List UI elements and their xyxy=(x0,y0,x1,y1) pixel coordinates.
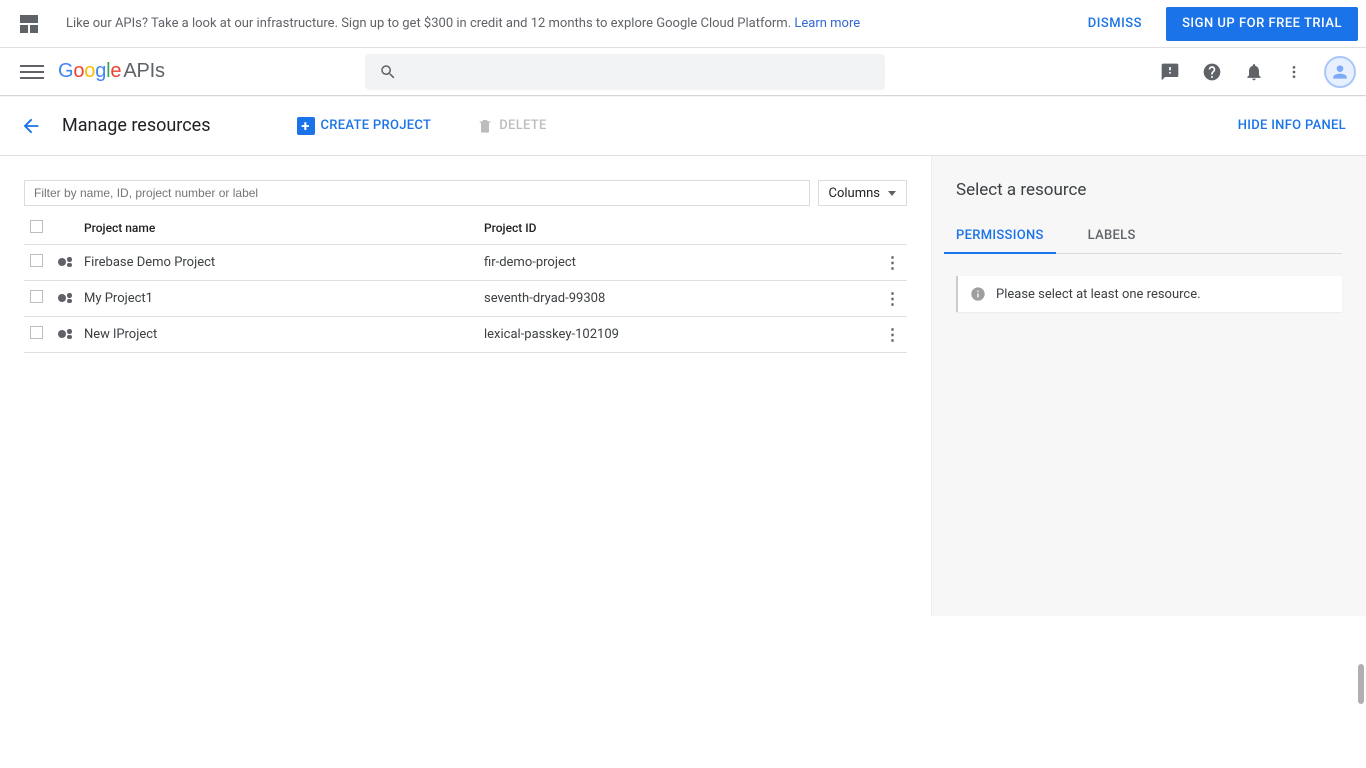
search-icon xyxy=(379,63,397,81)
project-id-cell: seventh-dryad-99308 xyxy=(478,281,877,317)
filter-input[interactable] xyxy=(24,180,810,206)
promo-banner: Like our APIs? Take a look at our infras… xyxy=(0,0,1366,48)
person-icon xyxy=(1330,62,1350,82)
info-message: Please select at least one resource. xyxy=(956,276,1342,312)
account-avatar[interactable] xyxy=(1324,56,1356,88)
row-checkbox[interactable] xyxy=(30,326,43,339)
project-id-cell: lexical-passkey-102109 xyxy=(478,317,877,353)
column-header-project-name[interactable]: Project name xyxy=(78,212,478,245)
projects-table: Project name Project ID Firebase Demo Pr… xyxy=(24,212,907,353)
promo-learn-more-link[interactable]: Learn more xyxy=(794,16,860,31)
alert-bubble-icon[interactable] xyxy=(1160,62,1180,82)
table-row: My Project1 seventh-dryad-99308 ⋮ xyxy=(24,281,907,317)
project-id-cell: fir-demo-project xyxy=(478,245,877,281)
column-header-project-id[interactable]: Project ID xyxy=(478,212,877,245)
columns-label: Columns xyxy=(829,186,881,201)
tab-labels[interactable]: LABELS xyxy=(1088,228,1136,253)
row-more-icon[interactable]: ⋮ xyxy=(885,289,900,308)
search-box[interactable] xyxy=(365,54,885,90)
info-icon xyxy=(970,286,986,302)
main-panel: Columns Project name Project ID Firebase xyxy=(0,156,931,616)
back-arrow-icon[interactable] xyxy=(20,115,42,137)
info-panel-tabs: PERMISSIONS LABELS xyxy=(956,228,1342,254)
search-input[interactable] xyxy=(407,64,871,80)
more-vert-icon[interactable] xyxy=(1286,62,1302,82)
table-row: Firebase Demo Project fir-demo-project ⋮ xyxy=(24,245,907,281)
project-name-cell[interactable]: New lProject xyxy=(78,317,478,353)
signup-trial-button[interactable]: SIGN UP FOR FREE TRIAL xyxy=(1166,7,1358,41)
info-panel: Select a resource PERMISSIONS LABELS Ple… xyxy=(931,156,1366,616)
select-all-checkbox[interactable] xyxy=(30,220,43,233)
scrollbar-thumb[interactable] xyxy=(1358,664,1364,704)
row-checkbox[interactable] xyxy=(30,290,43,303)
delete-label: DELETE xyxy=(499,118,546,133)
promo-text: Like our APIs? Take a look at our infras… xyxy=(66,16,1072,31)
project-icon xyxy=(58,257,72,267)
caret-down-icon xyxy=(888,191,896,196)
help-icon[interactable] xyxy=(1202,62,1222,82)
project-name-cell[interactable]: My Project1 xyxy=(78,281,478,317)
row-more-icon[interactable]: ⋮ xyxy=(885,253,900,272)
info-panel-title: Select a resource xyxy=(956,180,1342,200)
project-name-cell[interactable]: Firebase Demo Project xyxy=(78,245,478,281)
row-checkbox[interactable] xyxy=(30,254,43,267)
notifications-icon[interactable] xyxy=(1244,62,1264,82)
page-header: Manage resources + CREATE PROJECT DELETE… xyxy=(0,96,1366,156)
project-icon xyxy=(58,329,72,339)
app-bar: GoogleAPIs xyxy=(0,48,1366,96)
menu-icon[interactable] xyxy=(20,60,44,84)
table-row: New lProject lexical-passkey-102109 ⋮ xyxy=(24,317,907,353)
create-project-label: CREATE PROJECT xyxy=(321,118,432,133)
dismiss-button[interactable]: DISMISS xyxy=(1072,16,1158,31)
google-apis-logo[interactable]: GoogleAPIs xyxy=(58,60,165,83)
gift-icon xyxy=(20,15,38,33)
page-title: Manage resources xyxy=(62,115,211,136)
columns-button[interactable]: Columns xyxy=(818,180,908,206)
info-message-text: Please select at least one resource. xyxy=(996,287,1201,302)
hide-info-panel-button[interactable]: HIDE INFO PANEL xyxy=(1238,118,1346,133)
tab-permissions[interactable]: PERMISSIONS xyxy=(956,228,1044,253)
create-project-button[interactable]: + CREATE PROJECT xyxy=(287,117,442,135)
delete-button: DELETE xyxy=(467,118,556,134)
plus-icon: + xyxy=(297,117,315,135)
project-icon xyxy=(58,293,72,303)
trash-icon xyxy=(477,118,493,134)
row-more-icon[interactable]: ⋮ xyxy=(885,325,900,344)
